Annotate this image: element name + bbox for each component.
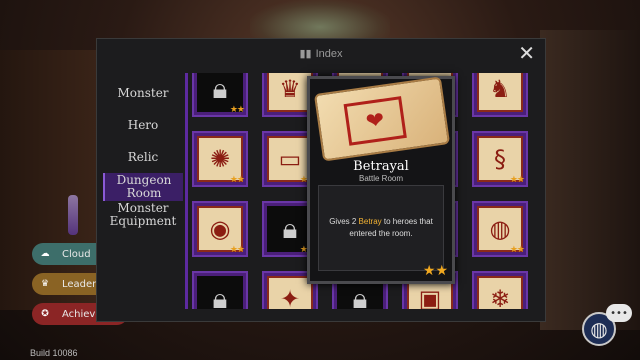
close-icon[interactable]: ✕: [518, 43, 535, 63]
background-left-decor: [0, 50, 100, 310]
panel-title: ▮▮ Index: [299, 48, 343, 60]
room-tile[interactable]: § ★★: [472, 131, 528, 187]
ribbon-icon: ✪: [41, 309, 49, 319]
cloud-icon: ☁: [40, 249, 50, 259]
star-rating: ★★: [229, 105, 245, 115]
popup-rating: ★★: [422, 263, 448, 279]
popup-subtitle: Battle Room: [358, 174, 404, 183]
crown-icon: ♛: [40, 279, 50, 289]
category-monster[interactable]: Monster: [103, 77, 183, 109]
cloud-button-label: Cloud: [62, 248, 91, 260]
lock-icon: 🔒︎: [197, 276, 243, 309]
room-tile[interactable]: 🔒︎: [192, 271, 248, 309]
category-list: Monster Hero Relic Dungeon Room Monster …: [103, 77, 183, 229]
popup-description: Gives 2 Betray to heroes that entered th…: [318, 185, 444, 271]
popup-title: Betrayal: [353, 159, 409, 174]
chat-bubble-icon[interactable]: •••: [606, 304, 632, 322]
star-rating: ★★: [509, 175, 525, 185]
star-rating: ★★: [229, 175, 245, 185]
category-relic[interactable]: Relic: [103, 141, 183, 173]
keyword-betray: Betray: [358, 217, 382, 226]
room-tile[interactable]: ✺ ★★: [192, 131, 248, 187]
category-hero[interactable]: Hero: [103, 109, 183, 141]
room-tile[interactable]: ◍ ★★: [472, 201, 528, 257]
snowflake-icon: ❄: [477, 276, 523, 309]
category-monster-equipment[interactable]: Monster Equipment: [103, 201, 183, 229]
room-tile[interactable]: ◉ ★★: [192, 201, 248, 257]
room-tile[interactable]: 🔒︎★★: [192, 73, 248, 117]
background-right-decor: [540, 30, 640, 330]
build-version: Build 10086: [30, 348, 78, 358]
book-icon: ▮▮: [299, 48, 312, 60]
room-tile[interactable]: ❄: [472, 271, 528, 309]
scroll-icon: ❤: [313, 76, 451, 162]
broken-heart-icon: ❤: [343, 96, 407, 146]
room-detail-popup: ❤ Betrayal Battle Room Gives 2 Betray to…: [307, 76, 455, 284]
dragon-icon: ♞: [477, 73, 523, 112]
room-tile[interactable]: ♞: [472, 73, 528, 117]
candle-decor: [68, 195, 78, 235]
star-rating: ★★: [509, 245, 525, 255]
star-rating: ★★: [229, 245, 245, 255]
category-dungeon-room[interactable]: Dungeon Room: [103, 173, 183, 201]
